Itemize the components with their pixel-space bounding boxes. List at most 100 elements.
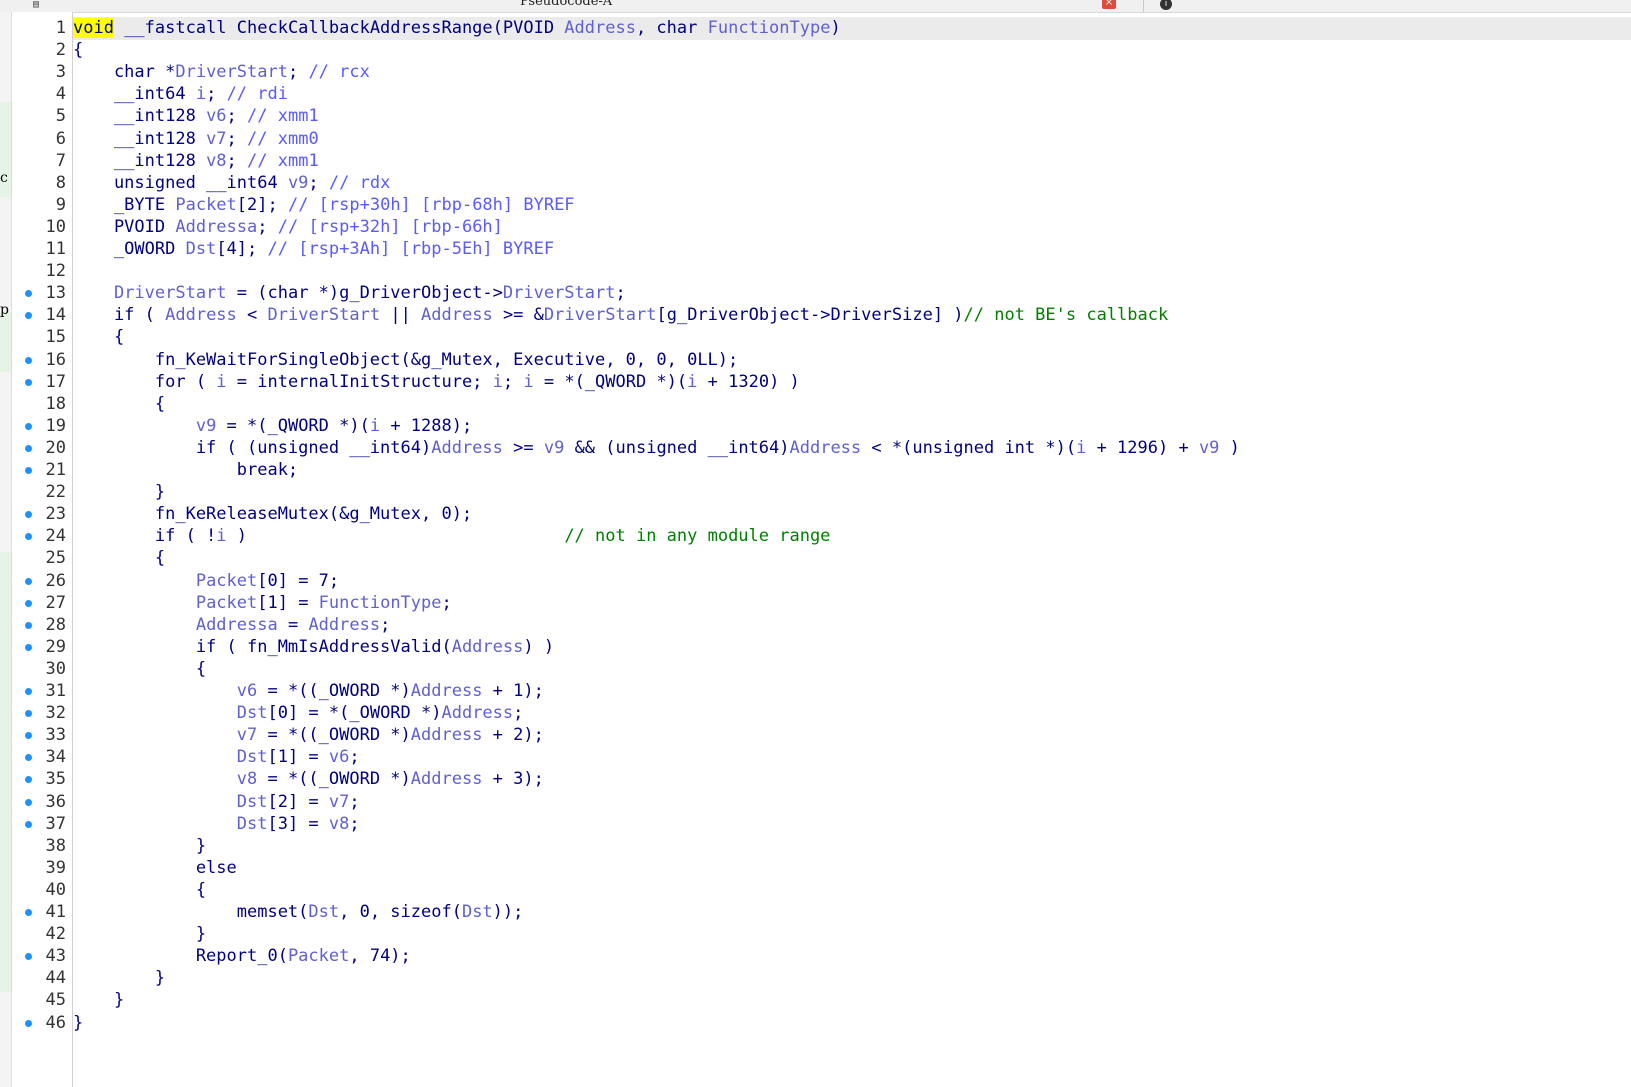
code-line[interactable]: _BYTE Packet[2]; // [rsp+30h] [rbp-68h] … (73, 194, 1623, 217)
line-number: 13 (45, 283, 66, 304)
breakpoint-dot-icon[interactable] (25, 467, 32, 474)
line-number: 22 (45, 482, 66, 503)
line-number: 34 (45, 747, 66, 768)
code-line[interactable]: __int64 i; // rdi (73, 83, 1623, 106)
code-line[interactable]: { (73, 326, 1623, 349)
breakpoint-dot-icon[interactable] (25, 798, 32, 806)
line-number: 39 (45, 857, 66, 878)
tab-bar: ▤ Pseudocode-A × i (0, 0, 1631, 13)
code-line[interactable]: Dst[1] = v6; (73, 746, 1623, 769)
breakpoint-dot-icon[interactable] (25, 378, 32, 386)
code-line[interactable]: v6 = *((_OWORD *)Address + 1); (73, 680, 1623, 703)
code-line[interactable]: if ( (unsigned __int64)Address >= v9 && … (73, 437, 1623, 460)
code-line[interactable] (73, 260, 1623, 283)
code-line[interactable]: Dst[3] = v8; (73, 813, 1623, 836)
code-line[interactable]: } (73, 923, 1623, 946)
line-number: 30 (45, 658, 66, 679)
close-icon[interactable]: × (1102, 0, 1116, 9)
line-number: 16 (45, 349, 66, 370)
line-number: 5 (55, 106, 66, 127)
code-line[interactable]: } (73, 1012, 1623, 1035)
line-number: 45 (45, 990, 66, 1011)
code-line[interactable]: if ( Address < DriverStart || Address >=… (73, 304, 1623, 327)
code-line[interactable]: void __fastcall CheckCallbackAddressRang… (73, 17, 1623, 40)
code-line[interactable]: { (73, 879, 1623, 902)
code-line[interactable]: char *DriverStart; // rcx (73, 61, 1623, 84)
line-number: 17 (45, 371, 66, 392)
line-number: 33 (45, 725, 66, 746)
breakpoint-dot-icon[interactable] (25, 621, 32, 629)
code-line[interactable]: } (73, 481, 1623, 504)
line-number: 11 (45, 239, 66, 259)
line-number: 37 (45, 813, 66, 834)
line-number: 41 (45, 902, 66, 922)
code-line[interactable]: v7 = *((_OWORD *)Address + 2); (73, 724, 1623, 747)
code-line[interactable]: __int128 v8; // xmm1 (73, 150, 1623, 173)
left-panel-edge[interactable]: c p (0, 12, 12, 1087)
line-number: 24 (45, 526, 66, 547)
code-line[interactable]: } (73, 967, 1623, 990)
code-line[interactable]: for ( i = internalInitStructure; i; i = … (73, 371, 1623, 394)
line-number: 8 (55, 172, 66, 193)
line-number: 6 (55, 128, 66, 149)
document-icon: ▤ (33, 0, 40, 10)
left-panel-green-marker (0, 312, 11, 372)
code-line[interactable]: v9 = *(_QWORD *)(i + 1288); (73, 415, 1623, 438)
code-line[interactable]: __int128 v6; // xmm1 (73, 105, 1623, 128)
code-line[interactable]: { (73, 39, 1623, 62)
code-line[interactable]: fn_KeWaitForSingleObject(&g_Mutex, Execu… (73, 349, 1623, 372)
breakpoint-dot-icon[interactable] (25, 444, 32, 452)
code-line[interactable]: __int128 v7; // xmm0 (73, 128, 1623, 151)
line-number: 27 (45, 592, 66, 613)
line-number: 9 (55, 194, 66, 215)
breakpoint-dot-icon[interactable] (25, 1019, 32, 1027)
line-number: 38 (45, 835, 66, 856)
breakpoint-dot-icon[interactable] (25, 688, 32, 695)
info-icon[interactable]: i (1160, 0, 1172, 10)
tab-title[interactable]: Pseudocode-A (520, 0, 612, 9)
code-line[interactable]: Dst[0] = *(_OWORD *)Address; (73, 702, 1623, 725)
code-line[interactable]: Report_0(Packet, 74); (73, 945, 1623, 968)
code-line[interactable]: if ( fn_MmIsAddressValid(Address) ) (73, 636, 1623, 659)
code-line[interactable]: memset(Dst, 0, sizeof(Dst)); (73, 901, 1623, 924)
line-number: 31 (45, 681, 66, 701)
code-line[interactable]: PVOID Addressa; // [rsp+32h] [rbp-66h] (73, 216, 1623, 239)
code-line[interactable]: break; (73, 459, 1623, 482)
code-line[interactable]: Packet[0] = 7; (73, 570, 1623, 593)
line-number: 36 (45, 791, 66, 812)
code-line[interactable]: { (73, 393, 1623, 416)
breakpoint-dot-icon[interactable] (25, 577, 32, 585)
line-number: 21 (45, 460, 66, 480)
line-number: 1 (55, 18, 66, 38)
breakpoint-dot-icon[interactable] (25, 909, 32, 916)
breakpoint-dot-icon[interactable] (25, 820, 32, 828)
breakpoint-dot-icon[interactable] (25, 356, 32, 364)
left-panel-green-marker (0, 552, 11, 992)
code-line[interactable]: DriverStart = (char *)g_DriverObject->Dr… (73, 282, 1623, 305)
line-number: 2 (55, 40, 66, 61)
line-number: 3 (55, 62, 66, 83)
code-line[interactable]: } (73, 835, 1623, 858)
code-line[interactable]: { (73, 658, 1623, 681)
code-line[interactable]: if ( !i ) // not in any module range (73, 525, 1623, 548)
line-number: 10 (45, 216, 66, 237)
code-line[interactable]: { (73, 547, 1623, 570)
line-number: 32 (45, 703, 66, 724)
code-line[interactable]: Packet[1] = FunctionType; (73, 592, 1623, 615)
code-line[interactable]: fn_KeReleaseMutex(&g_Mutex, 0); (73, 503, 1623, 526)
code-line[interactable]: } (73, 989, 1623, 1012)
breakpoint-dot-icon[interactable] (25, 643, 32, 651)
code-line[interactable]: unsigned __int64 v9; // rdx (73, 172, 1623, 195)
code-line[interactable]: else (73, 857, 1623, 880)
line-number: 25 (45, 548, 66, 569)
code-line[interactable]: v8 = *((_OWORD *)Address + 3); (73, 768, 1623, 791)
line-number: 40 (45, 879, 66, 900)
line-number: 35 (45, 769, 66, 790)
breakpoint-dot-icon[interactable] (25, 422, 32, 430)
code-line[interactable]: Dst[2] = v7; (73, 791, 1623, 814)
code-line[interactable]: _OWORD Dst[4]; // [rsp+3Ah] [rbp-5Eh] BY… (73, 238, 1623, 261)
line-number: 28 (45, 614, 66, 635)
code-line[interactable]: Addressa = Address; (73, 614, 1623, 637)
line-number: 44 (45, 968, 66, 989)
breakpoint-dot-icon[interactable] (25, 599, 32, 607)
